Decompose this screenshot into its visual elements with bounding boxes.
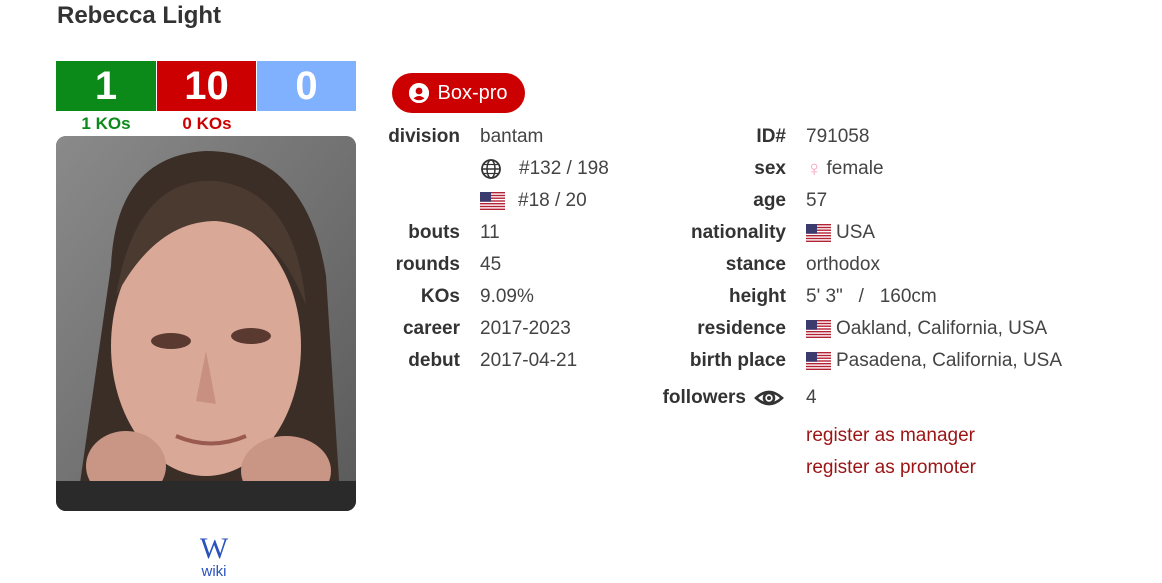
record-boxes: 1 10 0: [56, 61, 356, 111]
height-value: 5' 3" / 160cm: [806, 286, 937, 307]
stance-value: orthodox: [806, 254, 880, 275]
eye-icon[interactable]: [754, 385, 784, 411]
user-circle-icon: [409, 83, 430, 103]
wikipedia-icon: W: [199, 532, 229, 565]
boxer-name: Rebecca Light: [57, 2, 222, 29]
sex-label: sex: [754, 158, 786, 179]
stance-label: stance: [725, 254, 786, 275]
sex-value-wrap: ♀ female: [806, 157, 884, 181]
birth-place-label: birth place: [689, 350, 786, 371]
nationality-value: USA: [836, 222, 876, 243]
boxer-photo: [56, 136, 356, 511]
female-icon: ♀: [806, 156, 823, 181]
us-flag-icon: [806, 320, 831, 338]
career-label: career: [402, 318, 460, 339]
height-label: height: [729, 286, 786, 307]
box-pro-badge[interactable]: Box-pro: [392, 73, 525, 113]
followers-label: followers: [662, 387, 746, 408]
kos-label: KOs: [420, 286, 460, 307]
nationality-wrap[interactable]: USA: [806, 221, 875, 245]
draws-count: 0: [257, 61, 356, 111]
losses-count: 10: [157, 61, 256, 111]
country-rank-value: #18 / 20: [518, 190, 587, 211]
age-label: age: [753, 190, 786, 211]
world-rank-value: #132 / 198: [519, 158, 609, 179]
nationality-label: nationality: [690, 222, 786, 243]
age-value: 57: [806, 190, 828, 211]
residence-label: residence: [697, 318, 786, 339]
followers-label-wrap: followers: [663, 385, 784, 411]
career-value: 2017-2023: [480, 318, 571, 339]
loss-kos: 0 KOs: [182, 114, 232, 133]
division-label: division: [388, 126, 460, 147]
us-flag-icon: [480, 192, 505, 210]
badge-label: Box-pro: [437, 81, 508, 104]
wiki-label: wiki: [201, 563, 227, 580]
register-promoter-link[interactable]: register as promoter: [806, 456, 976, 480]
followers-value: 4: [806, 387, 817, 408]
birth-place-wrap[interactable]: Pasadena, California, USA: [806, 349, 1062, 373]
kos-value: 9.09%: [480, 286, 534, 307]
rounds-value: 45: [480, 254, 502, 275]
sex-value: female: [826, 158, 884, 179]
wiki-link[interactable]: W wiki: [186, 534, 242, 580]
wins-count: 1: [56, 61, 156, 111]
country-rank[interactable]: #18 / 20: [480, 189, 587, 213]
bouts-label: bouts: [408, 222, 460, 243]
register-manager-link[interactable]: register as manager: [806, 424, 975, 448]
id-value: 791058: [806, 126, 870, 147]
residence-value: Oakland, California, USA: [836, 318, 1048, 339]
debut-value: 2017-04-21: [480, 350, 578, 371]
world-rank[interactable]: #132 / 198: [481, 157, 609, 181]
bouts-value: 11: [480, 222, 500, 243]
us-flag-icon: [806, 352, 831, 370]
residence-wrap[interactable]: Oakland, California, USA: [806, 317, 1047, 341]
globe-icon: [481, 159, 501, 179]
birth-place-value: Pasadena, California, USA: [836, 350, 1063, 371]
win-kos: 1 KOs: [81, 114, 131, 133]
id-label: ID#: [756, 126, 786, 147]
debut-label: debut: [408, 350, 460, 371]
rounds-label: rounds: [395, 254, 460, 275]
us-flag-icon: [806, 224, 831, 242]
division-value: bantam: [480, 126, 544, 147]
